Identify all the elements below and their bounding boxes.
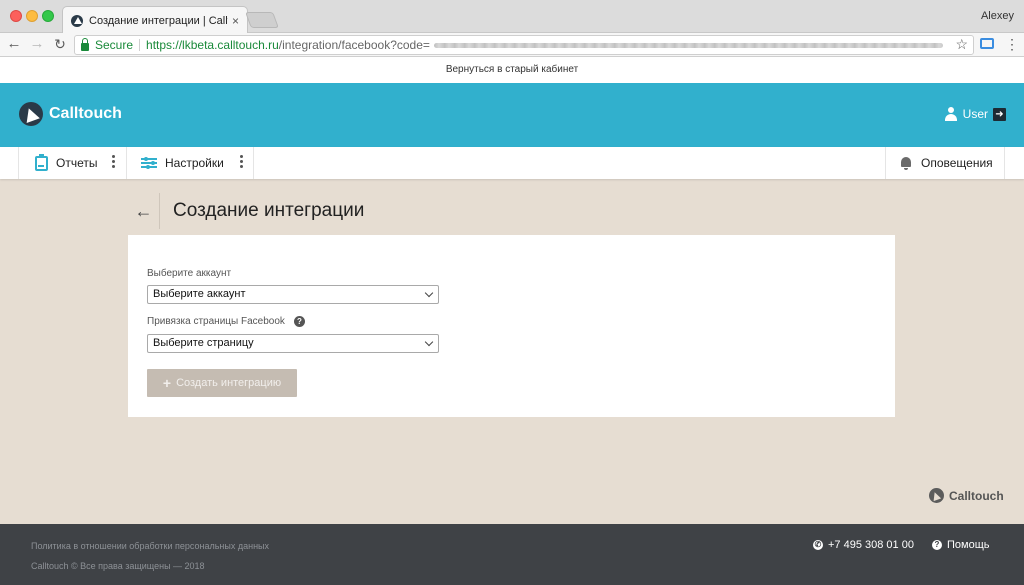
clipboard-chart-icon: [35, 153, 48, 171]
phone-number: +7 495 308 01 00: [828, 539, 914, 551]
reload-icon[interactable]: ↻: [52, 36, 68, 52]
footer-phone[interactable]: ✆ +7 495 308 01 00: [813, 539, 914, 551]
logout-icon[interactable]: ➜: [993, 107, 1006, 121]
maximize-window-button[interactable]: [42, 10, 54, 22]
account-select[interactable]: Выберите аккаунт: [147, 285, 439, 304]
user-label: User: [962, 107, 988, 121]
reports-more-icon[interactable]: [112, 155, 116, 168]
help-circle-icon: ?: [932, 540, 942, 550]
tab-title: Создание интеграции | Calltouch: [89, 14, 228, 27]
close-window-button[interactable]: [10, 10, 22, 22]
footer-help-link[interactable]: ? Помощь: [932, 539, 990, 551]
facebook-page-select-value: Выберите страницу: [153, 337, 254, 349]
facebook-page-select[interactable]: Выберите страницу: [147, 334, 439, 353]
url-redacted-query: [433, 42, 943, 48]
nav-notifications-label: Оповещения: [921, 156, 993, 170]
user-icon: [944, 107, 957, 121]
nav-settings[interactable]: Настройки: [127, 147, 254, 179]
bookmark-star-icon[interactable]: ☆: [955, 36, 968, 53]
calltouch-logo[interactable]: Calltouch: [19, 102, 122, 126]
chevron-down-icon: [424, 337, 434, 347]
nav-reports[interactable]: Отчеты: [18, 147, 127, 179]
page-title: Создание интеграции: [173, 200, 365, 221]
create-integration-label: Создать интеграцию: [176, 377, 282, 389]
main-navbar: Отчеты Настройки Оповещения: [0, 147, 1024, 179]
settings-more-icon[interactable]: [240, 155, 244, 168]
new-tab-button[interactable]: [245, 12, 279, 28]
page-title-row: ← Создание интеграции: [128, 193, 364, 229]
facebook-page-label-text: Привязка страницы Facebook: [147, 316, 285, 327]
account-select-value: Выберите аккаунт: [153, 288, 246, 300]
back-icon[interactable]: ←: [6, 36, 22, 52]
nav-settings-label: Настройки: [165, 156, 224, 170]
calltouch-logo-icon: [929, 488, 944, 503]
phone-icon: ✆: [813, 540, 823, 550]
calltouch-logo-icon: [19, 102, 43, 126]
create-integration-button[interactable]: + Создать интеграцию: [147, 369, 297, 397]
privacy-policy-link[interactable]: Политика в отношении обработки персональ…: [31, 541, 269, 551]
forward-icon[interactable]: →: [29, 36, 45, 52]
close-tab-icon[interactable]: ×: [232, 14, 239, 28]
minimize-window-button[interactable]: [26, 10, 38, 22]
page-footer: Политика в отношении обработки персональ…: [0, 524, 1024, 585]
nav-reports-label: Отчеты: [56, 156, 98, 170]
footer-brand-name: Calltouch: [949, 488, 1004, 503]
plus-icon: +: [162, 375, 172, 391]
help-icon[interactable]: ?: [293, 316, 305, 327]
url-path: /integration/facebook?code=: [278, 38, 430, 52]
browser-menu-icon[interactable]: ⋮: [1005, 37, 1019, 51]
account-label: Выберите аккаунт: [147, 268, 232, 279]
url-host: https://lkbeta.calltouch.ru: [146, 38, 279, 52]
bell-icon: [900, 156, 912, 170]
old-cabinet-link[interactable]: Вернуться в старый кабинет: [0, 57, 1024, 83]
help-label: Помощь: [947, 539, 990, 551]
brand-name: Calltouch: [49, 105, 122, 122]
browser-tab[interactable]: Создание интеграции | Calltouch ×: [62, 6, 248, 34]
url-separator: [139, 39, 141, 51]
back-arrow-icon[interactable]: ←: [128, 193, 160, 229]
footer-calltouch-logo[interactable]: Calltouch: [929, 488, 1004, 503]
copyright-text: Calltouch © Все права защищены — 2018: [31, 561, 205, 571]
nav-notifications[interactable]: Оповещения: [885, 147, 1005, 179]
chevron-down-icon: [424, 288, 434, 298]
app-header: Calltouch User ➜: [0, 83, 1024, 147]
address-bar[interactable]: Secure https://lkbeta.calltouch.ru /inte…: [74, 35, 974, 55]
browser-titlebar: Создание интеграции | Calltouch × Alexey: [0, 0, 1024, 34]
cast-icon[interactable]: [980, 38, 994, 49]
browser-toolbar: ← → ↻ Secure https://lkbeta.calltouch.ru…: [0, 33, 1024, 57]
secure-label: Secure: [95, 38, 134, 52]
integration-form-card: Выберите аккаунт Выберите аккаунт Привяз…: [128, 235, 895, 417]
facebook-page-label: Привязка страницы Facebook ?: [147, 316, 305, 327]
sliders-icon: [141, 157, 157, 169]
lock-icon: [81, 37, 89, 51]
calltouch-favicon-icon: [71, 14, 83, 27]
browser-profile-name[interactable]: Alexey: [981, 10, 1014, 22]
user-menu[interactable]: User ➜: [944, 107, 1006, 121]
